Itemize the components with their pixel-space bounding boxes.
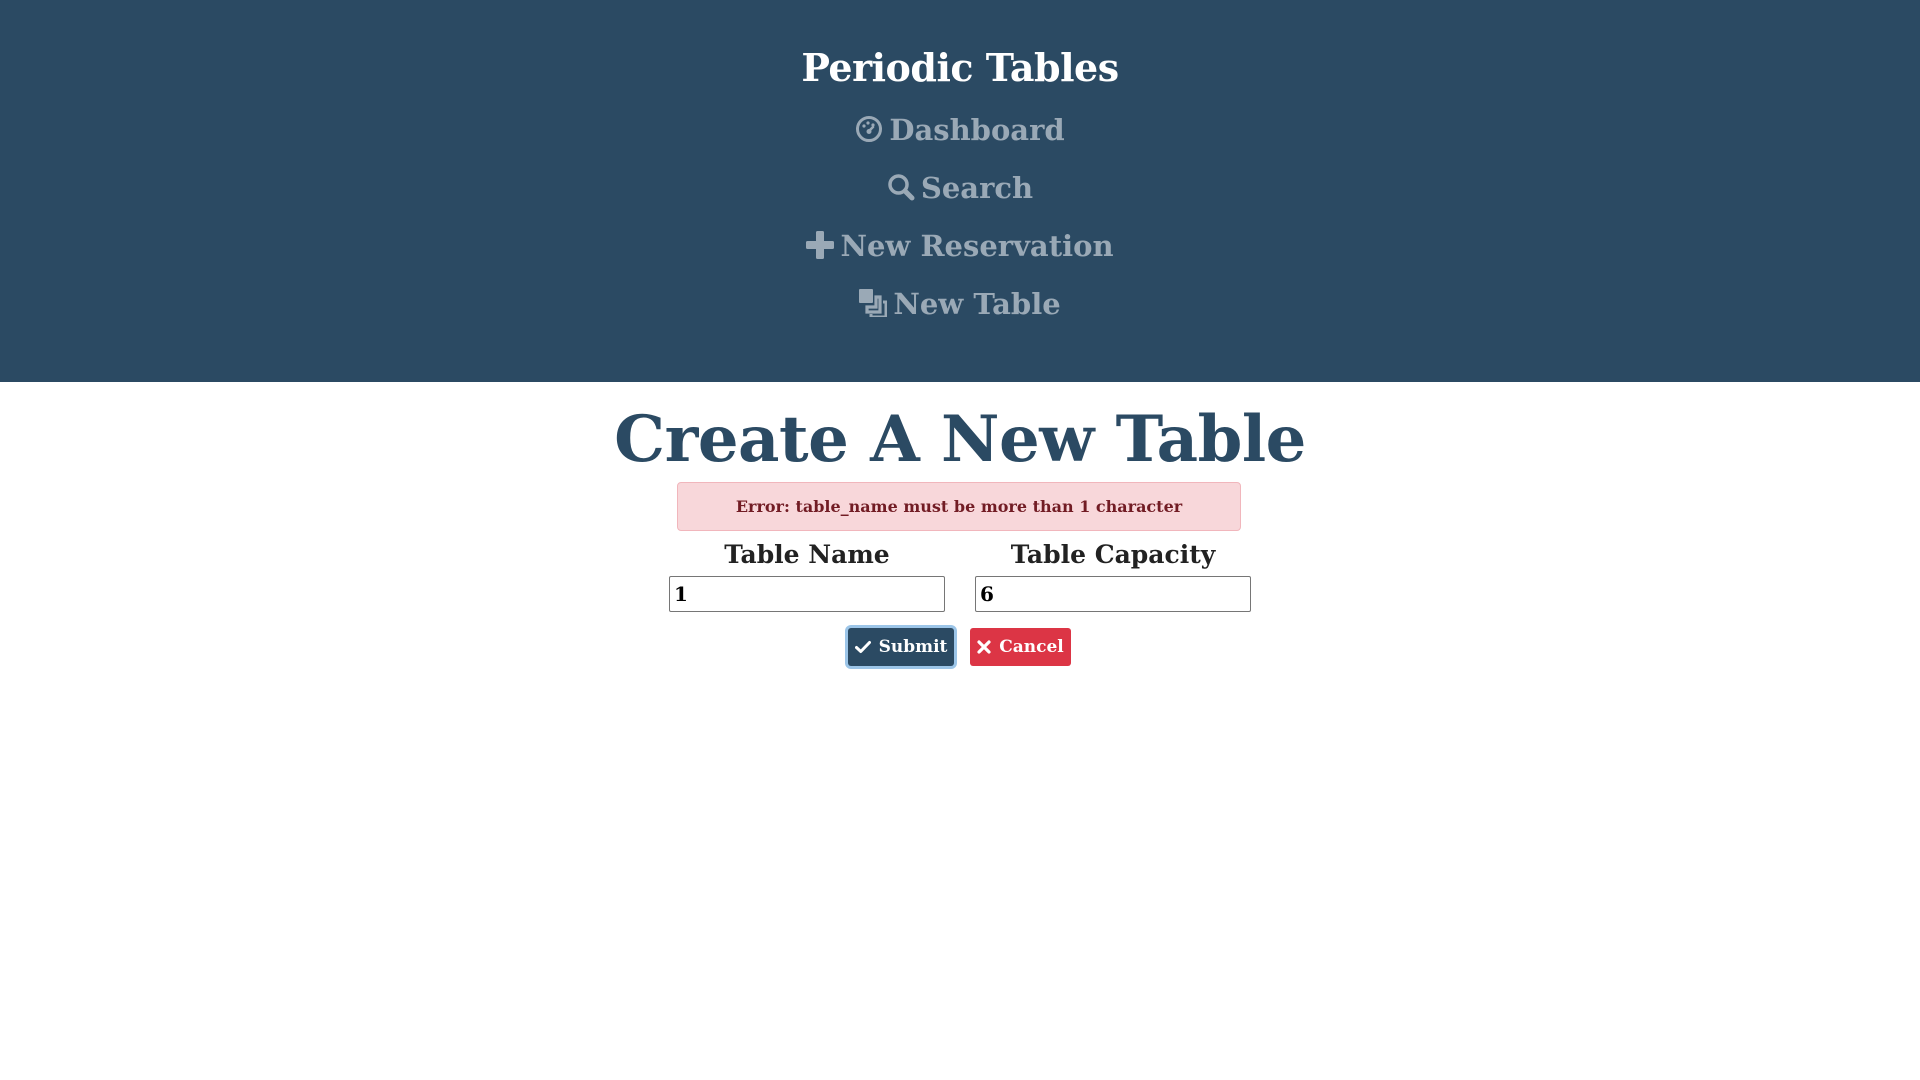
error-alert: Error: table_name must be more than 1 ch… — [677, 482, 1241, 531]
brand-title[interactable]: Periodic Tables — [0, 44, 1920, 92]
check-icon — [854, 630, 871, 668]
table-capacity-label: Table Capacity — [1010, 540, 1216, 569]
nav-new-table-label: New Table — [893, 287, 1061, 321]
nav-dashboard-label: Dashboard — [889, 113, 1065, 147]
table-capacity-input[interactable] — [975, 576, 1251, 612]
top-navbar: Periodic Tables Dashboard Search New Res… — [0, 0, 1920, 382]
cancel-label: Cancel — [999, 637, 1064, 657]
nav-search-link[interactable]: Search — [0, 168, 1920, 211]
nav-dashboard-link[interactable]: Dashboard — [0, 110, 1920, 153]
plus-icon — [806, 229, 835, 269]
nav-new-reservation-link[interactable]: New Reservation — [0, 226, 1920, 269]
layers-icon — [859, 287, 888, 327]
page-title: Create A New Table — [614, 402, 1306, 477]
nav-search-label: Search — [920, 171, 1034, 205]
cancel-button[interactable]: Cancel — [970, 628, 1071, 666]
close-icon — [977, 630, 991, 668]
search-icon — [887, 171, 915, 211]
submit-button[interactable]: Submit — [848, 628, 954, 666]
nav-new-reservation-label: New Reservation — [840, 229, 1114, 263]
submit-label: Submit — [878, 637, 948, 657]
table-name-input[interactable] — [669, 576, 945, 612]
nav-new-table-link[interactable]: New Table — [0, 284, 1920, 327]
table-name-label: Table Name — [724, 540, 890, 569]
dashboard-icon — [855, 113, 883, 153]
